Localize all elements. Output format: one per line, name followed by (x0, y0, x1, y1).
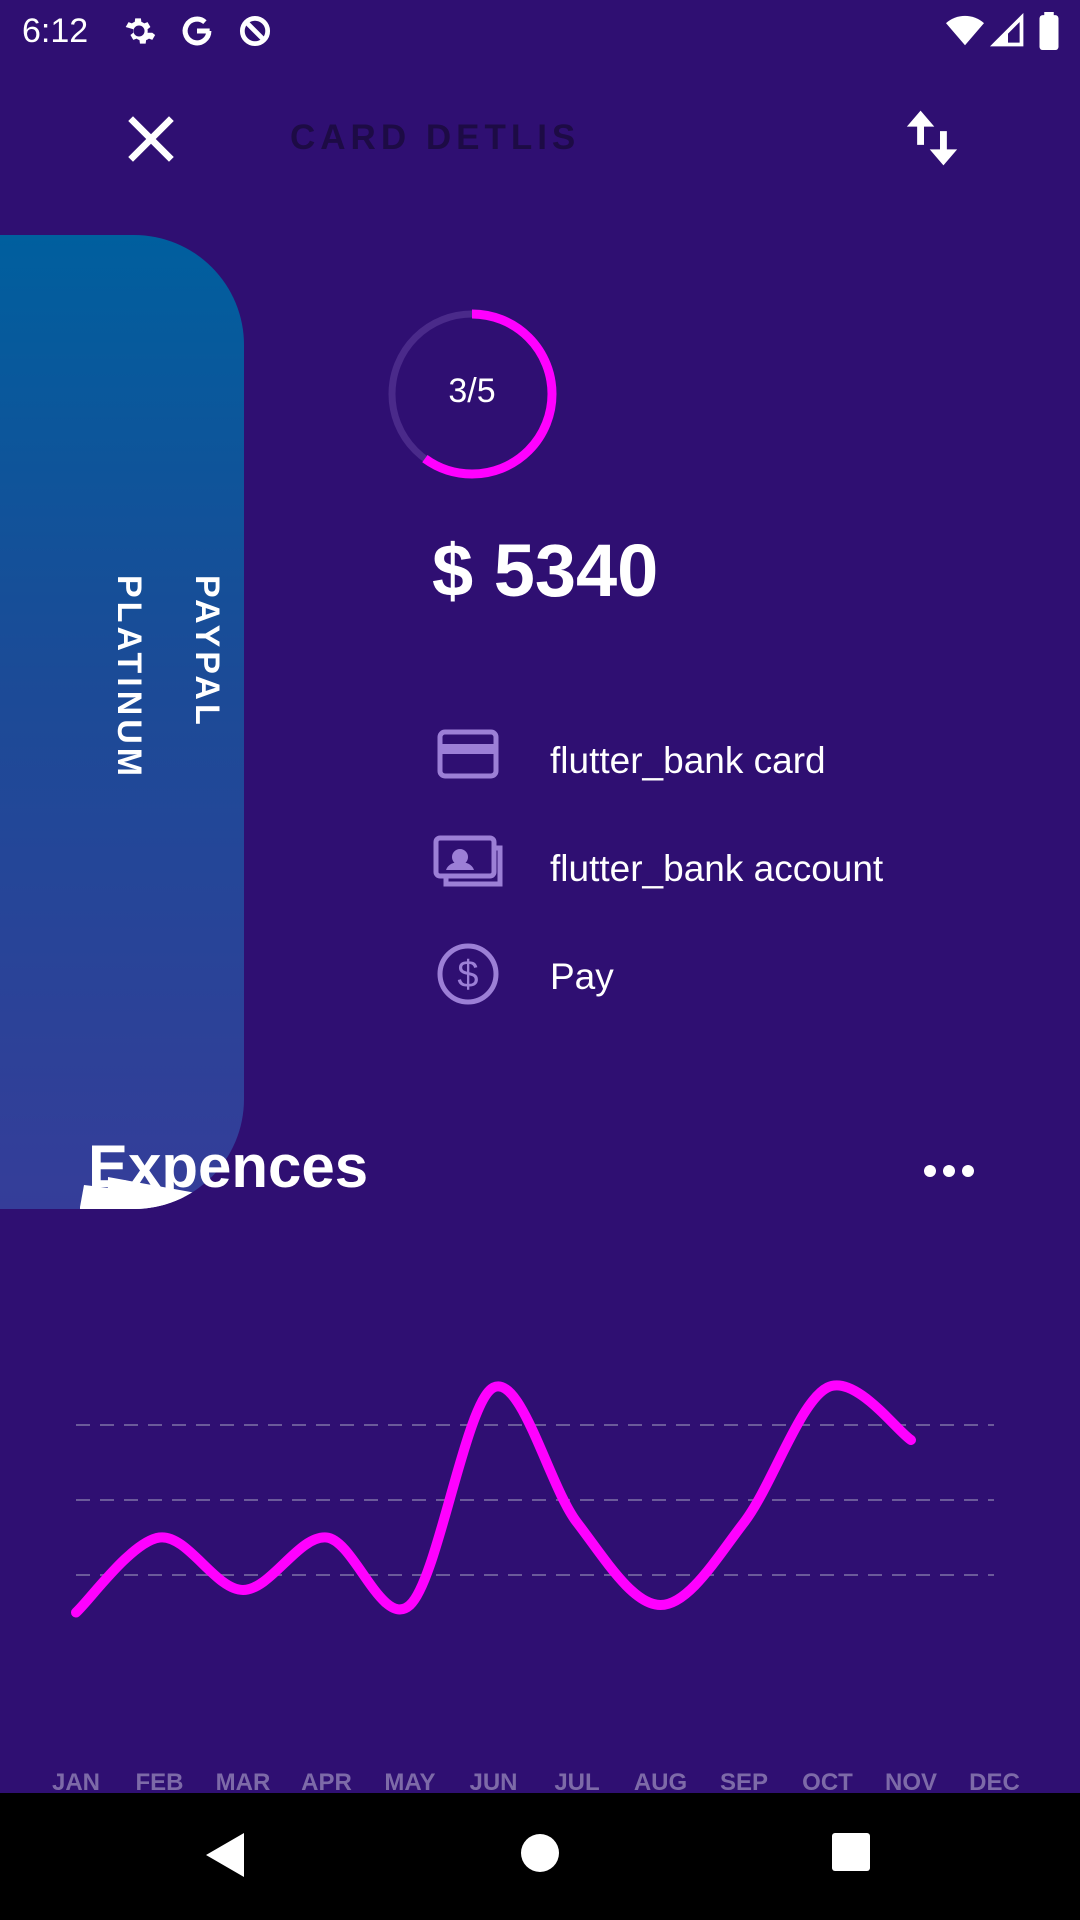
close-icon[interactable] (124, 112, 178, 166)
recents-icon[interactable] (830, 1831, 872, 1873)
google-icon (182, 16, 212, 46)
x-tick-jun: JUN (469, 1769, 517, 1796)
status-bar: 6:12 (0, 0, 1080, 64)
signal-icon (990, 12, 1024, 47)
balance-amount: $ 5340 (432, 529, 659, 612)
option-account[interactable]: flutter_bank account (430, 832, 1050, 922)
x-tick-sep: SEP (720, 1769, 768, 1796)
wifi-icon (946, 15, 984, 46)
navigation-bar (0, 1793, 1080, 1920)
x-tick-apr: APR (301, 1769, 352, 1796)
x-tick-oct: OCT (802, 1769, 853, 1796)
more-horiz-icon[interactable] (920, 1158, 978, 1184)
svg-text:$: $ (457, 954, 478, 996)
x-tick-jan: JAN (52, 1769, 100, 1796)
card-name: PAYPAL PLATINUM (110, 575, 226, 781)
dollar-circle-icon: $ (437, 943, 499, 1005)
progress-label: 3/5 (448, 372, 496, 410)
paypal-card[interactable]: PAYPAL PLATINUM (0, 235, 244, 1209)
expenses-line (71, 1380, 916, 1618)
x-tick-dec: DEC (969, 1769, 1020, 1796)
money-icon (433, 835, 503, 887)
settings-icon (125, 18, 156, 44)
data-saver-icon (239, 15, 271, 47)
x-tick-jul: JUL (554, 1769, 599, 1796)
option-card[interactable]: flutter_bank card (430, 724, 1050, 814)
x-tick-nov: NOV (885, 1769, 937, 1796)
x-tick-aug: AUG (634, 1769, 687, 1796)
option-pay-label: Pay (550, 956, 614, 997)
battery-icon (1039, 12, 1059, 50)
option-card-label: flutter_bank card (550, 740, 826, 781)
status-time: 6:12 (22, 12, 89, 50)
x-tick-mar: MAR (216, 1769, 271, 1796)
back-icon[interactable] (204, 1831, 248, 1879)
expenses-chart: JAN FEB MAR APR MAY JUN JUL AUG SEP OCT NOV DEC (52, 1380, 1020, 1796)
option-account-label: flutter_bank account (550, 848, 884, 889)
x-tick-feb: FEB (136, 1769, 184, 1796)
option-pay[interactable]: $ Pay (430, 940, 1050, 1030)
expenses-title: Expences (88, 1133, 369, 1200)
x-tick-may: MAY (384, 1769, 435, 1796)
page-title: CARD DETLIS (290, 118, 581, 157)
home-icon[interactable] (518, 1831, 562, 1875)
swap-vert-icon[interactable] (902, 106, 962, 170)
credit-card-icon (437, 729, 499, 779)
